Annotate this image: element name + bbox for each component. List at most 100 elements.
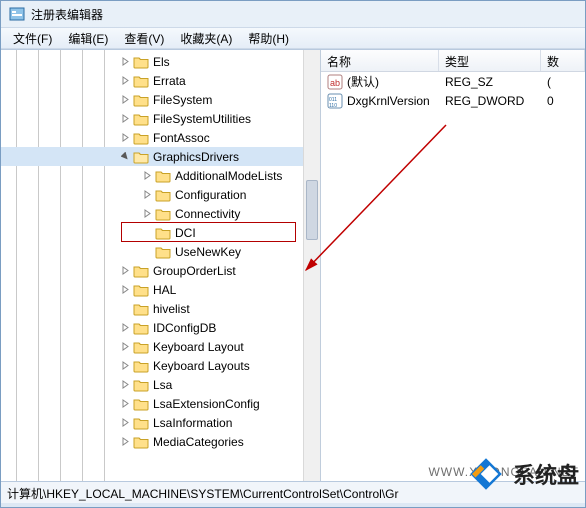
folder-icon: [133, 302, 149, 316]
tree-item[interactable]: Els: [1, 52, 320, 71]
expander-icon[interactable]: [119, 75, 131, 87]
folder-icon: [133, 359, 149, 373]
tree-pane: Els Errata FileSystem FileSystemUtilities Fo…: [1, 50, 321, 481]
expander-icon[interactable]: [119, 436, 131, 448]
titlebar[interactable]: 注册表编辑器: [1, 1, 585, 27]
tree-item[interactable]: FileSystem: [1, 90, 320, 109]
string-value-icon: ab: [327, 74, 343, 90]
menu-edit[interactable]: 编辑(E): [60, 28, 116, 49]
folder-icon: [133, 55, 149, 69]
tree-label: hivelist: [153, 302, 190, 316]
menu-favorites[interactable]: 收藏夹(A): [172, 28, 240, 49]
menu-file[interactable]: 文件(F): [5, 28, 60, 49]
folder-icon: [133, 264, 149, 278]
menu-help[interactable]: 帮助(H): [240, 28, 297, 49]
menubar: 文件(F) 编辑(E) 查看(V) 收藏夹(A) 帮助(H): [1, 27, 585, 49]
tree-item[interactable]: IDConfigDB: [1, 318, 320, 337]
tree-label: FontAssoc: [153, 131, 210, 145]
folder-icon: [133, 378, 149, 392]
expander-icon[interactable]: [119, 132, 131, 144]
expander-icon[interactable]: [141, 170, 153, 182]
tree-label: Lsa: [153, 378, 172, 392]
tree-label: FileSystem: [153, 93, 212, 107]
tree-item[interactable]: AdditionalModeLists: [1, 166, 320, 185]
folder-icon: [133, 435, 149, 449]
tree-label: LsaInformation: [153, 416, 232, 430]
tree-label: Configuration: [175, 188, 246, 202]
svg-text:ab: ab: [330, 78, 340, 88]
tree-label: UseNewKey: [175, 245, 241, 259]
folder-icon: [133, 150, 149, 164]
expander-icon[interactable]: [119, 284, 131, 296]
expander-icon[interactable]: [119, 113, 131, 125]
scroll-thumb[interactable]: [306, 180, 318, 240]
folder-icon: [155, 245, 171, 259]
expander-icon[interactable]: [119, 151, 131, 163]
expander-icon[interactable]: [119, 398, 131, 410]
tree-item[interactable]: HAL: [1, 280, 320, 299]
tree-label: HAL: [153, 283, 176, 297]
expander-icon[interactable]: [141, 227, 153, 239]
tree-item[interactable]: LsaInformation: [1, 413, 320, 432]
tree-item[interactable]: FileSystemUtilities: [1, 109, 320, 128]
folder-icon: [133, 283, 149, 297]
tree-item[interactable]: Configuration: [1, 185, 320, 204]
tree-item[interactable]: hivelist: [1, 299, 320, 318]
value-name: DxgKrnlVersion: [347, 94, 430, 108]
list-row[interactable]: ab(默认)REG_SZ(: [321, 72, 585, 91]
menu-view[interactable]: 查看(V): [116, 28, 172, 49]
folder-icon: [133, 93, 149, 107]
tree-item[interactable]: FontAssoc: [1, 128, 320, 147]
tree-item[interactable]: Keyboard Layouts: [1, 356, 320, 375]
folder-icon: [155, 226, 171, 240]
brand-logo-icon: [465, 453, 507, 495]
brand-text: 系统盘: [513, 458, 579, 490]
tree-label: AdditionalModeLists: [175, 169, 282, 183]
expander-icon[interactable]: [119, 360, 131, 372]
tree-item[interactable]: GroupOrderList: [1, 261, 320, 280]
tree-item[interactable]: Keyboard Layout: [1, 337, 320, 356]
expander-icon[interactable]: [119, 94, 131, 106]
tree-label: LsaExtensionConfig: [153, 397, 260, 411]
tree-item[interactable]: MediaCategories: [1, 432, 320, 451]
list-row[interactable]: 011110DxgKrnlVersionREG_DWORD0: [321, 91, 585, 110]
tree-item[interactable]: LsaExtensionConfig: [1, 394, 320, 413]
expander-icon[interactable]: [119, 341, 131, 353]
folder-icon: [133, 340, 149, 354]
tree-label: DCI: [175, 226, 196, 240]
value-data: 0: [547, 94, 554, 108]
tree-scrollbar[interactable]: [303, 50, 320, 481]
folder-icon: [133, 131, 149, 145]
expander-icon[interactable]: [119, 379, 131, 391]
expander-icon[interactable]: [119, 322, 131, 334]
folder-icon: [155, 188, 171, 202]
svg-text:110: 110: [329, 103, 337, 109]
expander-icon[interactable]: [119, 56, 131, 68]
tree-item[interactable]: Errata: [1, 71, 320, 90]
col-data[interactable]: 数: [541, 50, 585, 71]
tree-item[interactable]: UseNewKey: [1, 242, 320, 261]
tree-item[interactable]: DCI: [1, 223, 320, 242]
expander-icon[interactable]: [119, 303, 131, 315]
tree-item[interactable]: Lsa: [1, 375, 320, 394]
expander-icon[interactable]: [141, 189, 153, 201]
registry-tree[interactable]: Els Errata FileSystem FileSystemUtilities Fo…: [1, 50, 320, 453]
tree-label: Els: [153, 55, 170, 69]
tree-label: Errata: [153, 74, 186, 88]
tree-item[interactable]: GraphicsDrivers: [1, 147, 320, 166]
expander-icon[interactable]: [119, 265, 131, 277]
tree-label: IDConfigDB: [153, 321, 216, 335]
col-type[interactable]: 类型: [439, 50, 541, 71]
folder-icon: [155, 169, 171, 183]
list-rows: ab(默认)REG_SZ(011110DxgKrnlVersionREG_DWO…: [321, 72, 585, 110]
expander-icon[interactable]: [119, 417, 131, 429]
folder-icon: [133, 321, 149, 335]
tree-label: Keyboard Layouts: [153, 359, 250, 373]
window-title: 注册表编辑器: [31, 6, 103, 23]
col-name[interactable]: 名称: [321, 50, 439, 71]
expander-icon[interactable]: [141, 208, 153, 220]
folder-icon: [133, 416, 149, 430]
expander-icon[interactable]: [141, 246, 153, 258]
tree-item[interactable]: Connectivity: [1, 204, 320, 223]
folder-icon: [133, 112, 149, 126]
